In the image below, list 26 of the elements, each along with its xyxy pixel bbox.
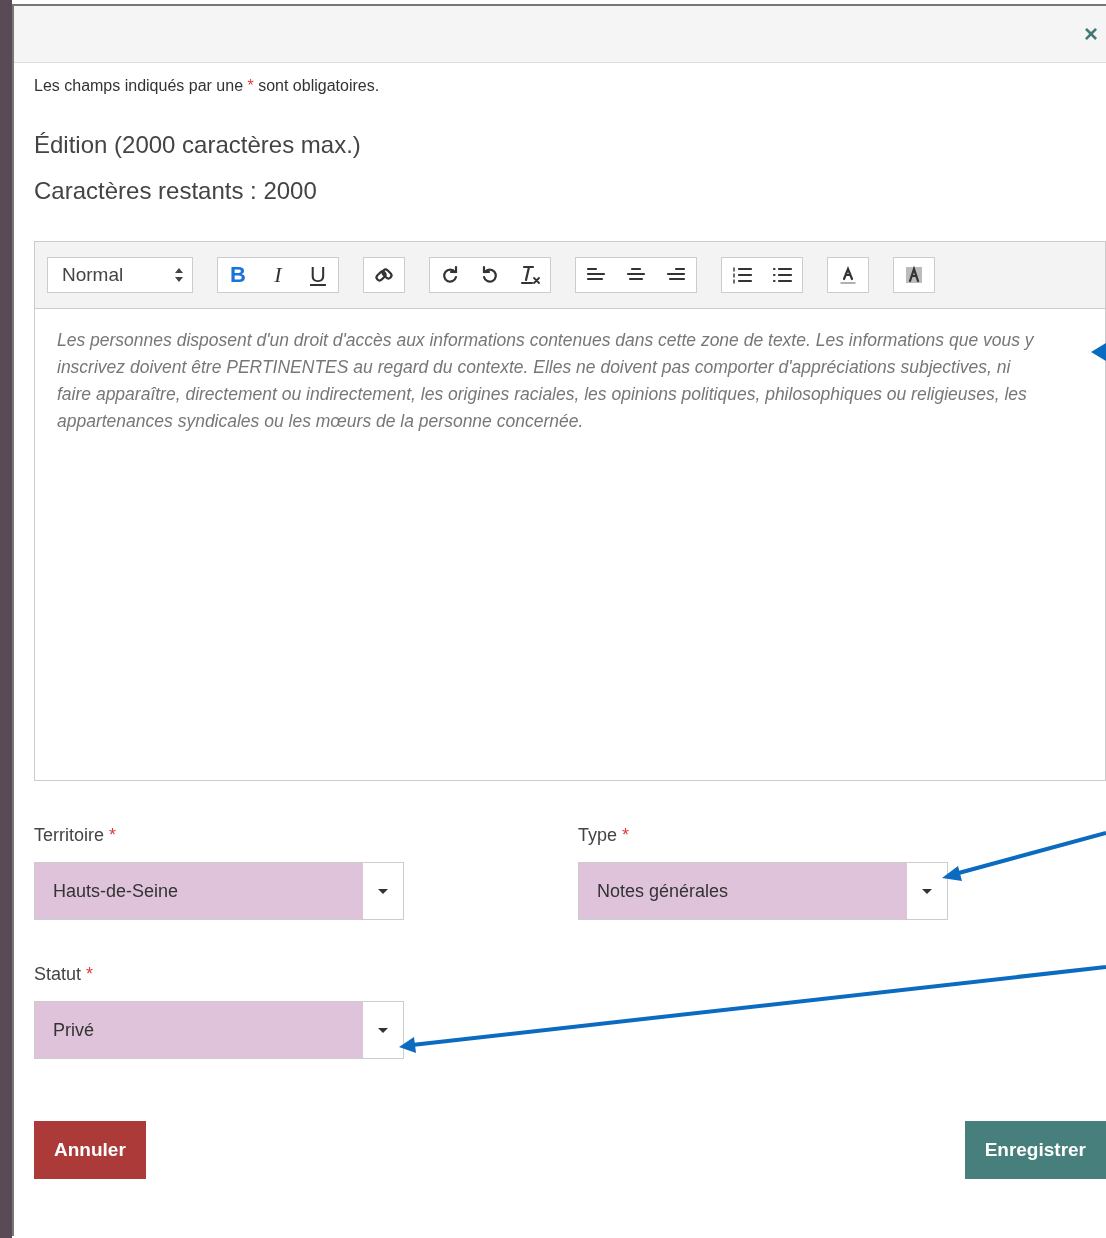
italic-button[interactable]: I: [258, 258, 298, 292]
clear-format-icon: [519, 264, 541, 286]
bold-button[interactable]: B: [218, 258, 258, 292]
editor-placeholder: Les personnes disposent d'un droit d'accès aux informations contenues dans cette zone de texte. Les informations que vous y inscrivez doivent être PERTINENTES au regard du contexte. Elles ne doivent pas comporter d'appréciations subjectives, ni faire apparaître, directement ou indirectement, les origines raciales, les opinions politiques, philosophiques ou religieuses, les appartenances syndicales ou les mœurs de la personne concernée.: [57, 329, 1035, 433]
dropdown[interactable]: Hauts-de-Seine: [34, 862, 404, 920]
field-label: Type *: [578, 825, 631, 846]
field-label: Territoire *: [34, 825, 118, 846]
underline-button[interactable]: U: [298, 258, 338, 292]
format-select[interactable]: Normal: [47, 257, 193, 293]
dropdown[interactable]: Privé: [34, 1001, 404, 1059]
save-button[interactable]: Enregistrer: [964, 1121, 1106, 1179]
annotation-arrow: [1091, 343, 1106, 361]
dropdown[interactable]: Notes générales: [578, 862, 948, 920]
text-color-icon: [837, 264, 859, 286]
remaining-characters: Caractères restants : 2000: [34, 177, 318, 205]
caret-icon: [377, 1026, 389, 1034]
close-button[interactable]: ×: [1080, 20, 1102, 48]
required-note: Les champs indiqués par une * sont obligatoires.: [34, 77, 381, 95]
numbered-list-icon: [731, 264, 753, 286]
up-down-icon: [174, 267, 184, 283]
caret-icon: [377, 887, 389, 895]
field-label: Statut *: [34, 964, 95, 985]
editor-heading: Édition (2000 caractères max.): [34, 131, 362, 159]
highlight-color-icon: [903, 264, 925, 286]
caret-icon: [921, 887, 933, 895]
cancel-button[interactable]: Annuler: [34, 1121, 146, 1179]
